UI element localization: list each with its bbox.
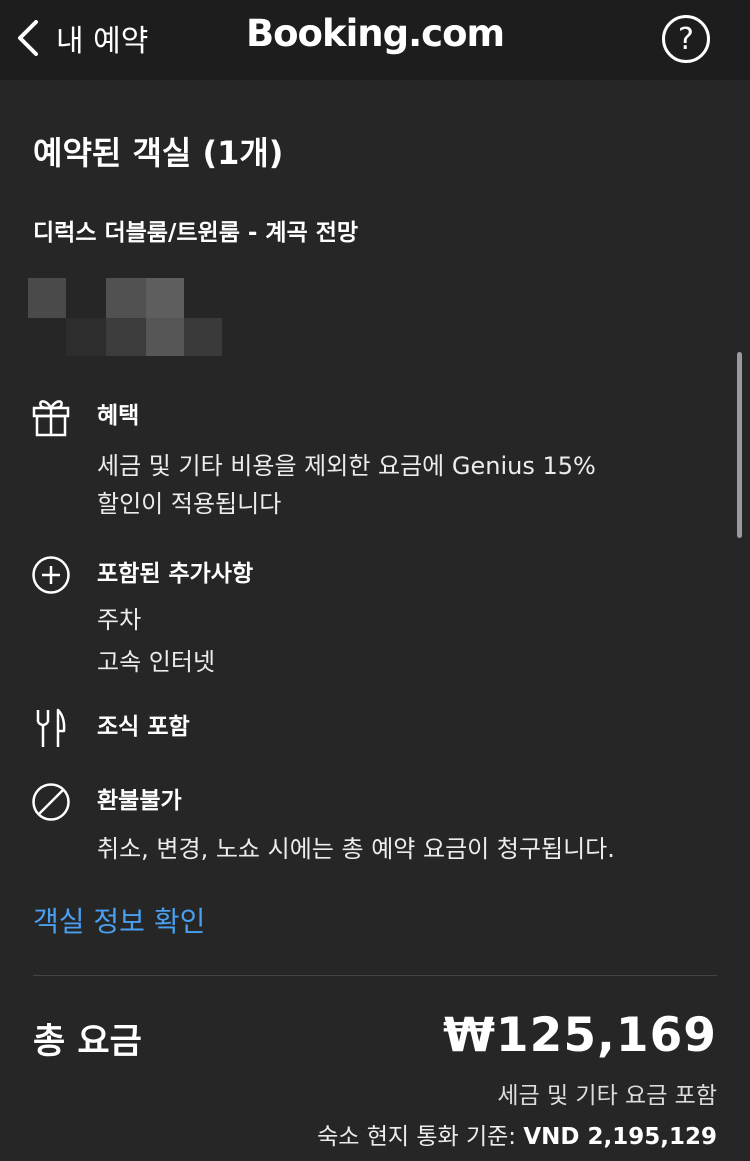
scrollbar[interactable] <box>737 352 742 538</box>
section-title: 예약된 객실 (1개) <box>33 134 284 172</box>
breakfast-title: 조식 포함 <box>97 714 190 740</box>
divider <box>33 975 717 976</box>
local-currency-value: VND 2,195,129 <box>523 1124 717 1150</box>
benefit-line: 할인이 적용됩니다 <box>97 490 282 518</box>
total-local-currency: 숙소 현지 통화 기준: VND 2,195,129 <box>317 1117 717 1151</box>
benefit-line: 세금 및 기타 비용을 제외한 요금에 Genius 15% <box>97 452 596 480</box>
brand-logo: Booking.com <box>245 12 505 55</box>
booking-details: 예약된 객실 (1개) 디럭스 더블룸/트윈룸 - 계곡 전망 혜택 세금 및 … <box>0 80 750 1161</box>
total-label: 총 요금 <box>33 1022 142 1062</box>
refund-line: 취소, 변경, 노쇼 시에는 총 예약 요금이 청구됩니다. <box>97 835 615 863</box>
total-price: ₩125,169 <box>443 1008 717 1063</box>
top-navigation-bar: 내 예약 Booking.com ? <box>0 0 750 80</box>
refund-title: 환불불가 <box>97 788 182 814</box>
benefit-title: 혜택 <box>97 403 140 429</box>
plus-circle-icon <box>30 554 72 596</box>
extras-line: 고속 인터넷 <box>97 648 216 676</box>
question-mark-icon: ? <box>678 21 694 57</box>
local-currency-prefix: 숙소 현지 통화 기준: <box>317 1124 524 1150</box>
prohibited-icon <box>30 781 72 823</box>
extras-line: 주차 <box>97 606 142 634</box>
total-note: 세금 및 기타 요금 포함 <box>497 1083 717 1109</box>
gift-icon <box>30 396 72 438</box>
room-info-link[interactable]: 객실 정보 확인 <box>33 900 205 940</box>
fork-knife-icon <box>30 707 72 749</box>
extras-title: 포함된 추가사항 <box>97 561 254 587</box>
room-name: 디럭스 더블룸/트윈룸 - 계곡 전망 <box>33 220 359 246</box>
help-button[interactable]: ? <box>662 15 710 63</box>
